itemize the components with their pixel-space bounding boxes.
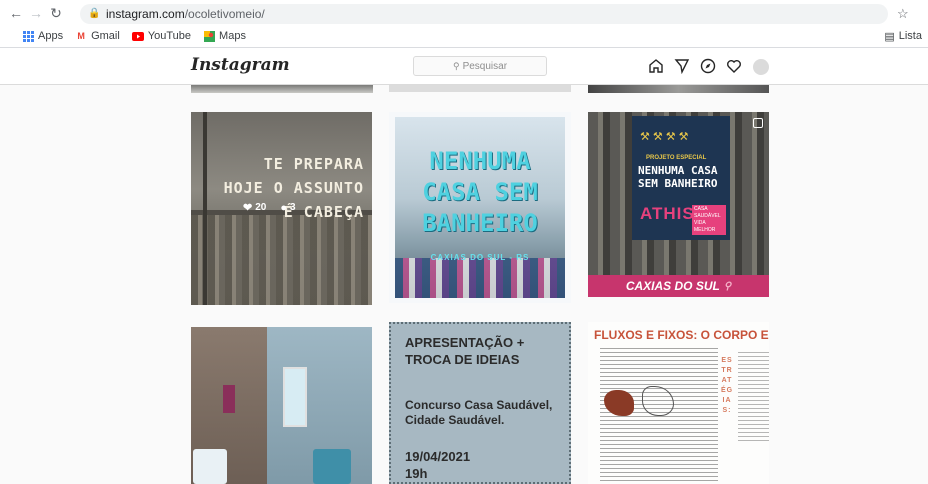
bookmark-label: YouTube [147,30,192,42]
post-side-text [738,352,769,442]
youtube-icon [131,30,144,42]
post-image-town [191,215,372,305]
heart-icon: ❤ [243,202,253,214]
comment-bubble-icon: ● [280,201,287,214]
likes-stat: ❤ 20 [243,201,266,214]
address-bar[interactable]: 🔒 instagram.com/ocoletivomeio/ [80,4,888,24]
post-tile-fluxos[interactable]: FLUXOS E FIXOS: O CORPO E A C ESTRATÉGIA… [588,322,769,484]
browser-chrome: ← → ↻ 🔒 instagram.com/ocoletivomeio/ ☆ A… [0,0,928,48]
bookmark-gmail[interactable]: M Gmail [75,30,120,42]
reading-list-icon: ▤ [884,30,895,43]
post-image-window [283,367,307,427]
bookmark-label: Gmail [91,30,120,42]
post-tile-te-prepara[interactable]: TE PREPARA HOJE O ASSUNTO É CABEÇA ❤ 20 … [191,112,372,305]
post-body: Concurso Casa Saudável, Cidade Saudável. [405,398,553,427]
post-tag: PROJETO ESPECIAL [646,155,707,161]
lock-icon: 🔒 [88,8,101,19]
instagram-logo[interactable]: Instagram [191,55,290,75]
location-pin-icon: ⚲ [723,280,732,292]
post-image-clothes [395,258,565,298]
back-arrow-icon[interactable]: ← [6,3,26,23]
post-tile[interactable] [588,85,769,93]
bookmark-maps[interactable]: Maps [203,30,246,42]
post-tile-nenhuma-casa[interactable]: NENHUMA CASA SEM BANHEIRO CAXIAS DO SUL … [389,112,571,303]
search-icon: ⚲ [452,60,460,71]
post-footer: CAXIAS DO SUL ⚲ [588,275,769,297]
post-body-text [600,348,718,484]
search-input[interactable]: ⚲ Pesquisar [413,56,547,76]
post-image-clothing [223,385,235,413]
avatar [753,59,769,75]
post-headline: NENHUMA CASA SEM BANHEIRO [638,164,718,190]
post-image-pole [203,112,207,305]
post-text-line: TE PREPARA [263,155,364,173]
post-image-basin [313,449,351,484]
tools-icons: ⚒⚒⚒⚒ [640,131,692,143]
profile-avatar-icon[interactable] [749,56,771,76]
url-path: /ocoletivomeio/ [184,7,265,21]
search-placeholder: Pesquisar [462,60,508,72]
post-date: 19/04/2021 19h [405,448,565,482]
post-tile[interactable] [191,85,373,93]
explore-icon[interactable] [697,56,719,76]
gmail-icon: M [77,31,85,41]
instagram-header: Instagram ⚲ Pesquisar [0,48,928,85]
post-title: APRESENTAÇÃO + TROCA DE IDEIAS [405,335,525,367]
reload-icon[interactable]: ↻ [46,3,66,23]
direct-icon[interactable] [671,56,693,76]
reading-list[interactable]: ▤ Lista [884,26,922,46]
maps-icon [203,30,215,42]
bookmark-star-icon[interactable]: ☆ [897,6,909,22]
post-panel: ⚒⚒⚒⚒ PROJETO ESPECIAL NENHUMA CASA SEM B… [632,116,730,240]
post-footer-text: CAXIAS DO SUL [625,279,720,293]
post-text-line: NENHUMA [429,147,531,175]
post-text: NENHUMA CASA SEM BANHEIRO [389,146,571,239]
comments-stat: ● 3 [280,201,295,214]
post-time-text: 19h [405,466,428,481]
post-vertical-label: ESTRATÉGIAS: [720,357,734,414]
post-tile[interactable] [389,85,571,92]
post-subtitle: CAXIAS DO SUL - RS [430,253,530,262]
url-domain: instagram.com [106,7,185,21]
post-tile-athis[interactable]: ⚒⚒⚒⚒ PROJETO ESPECIAL NENHUMA CASA SEM B… [588,112,769,297]
post-tile-apresentacao[interactable]: APRESENTAÇÃO + TROCA DE IDEIAS Concurso … [389,322,571,484]
post-image-basin [193,449,227,484]
bookmark-label: Maps [219,30,246,42]
post-brand: ATHIS [640,204,695,223]
likes-count: 20 [255,202,267,213]
carousel-icon [753,118,763,128]
instagram-nav [645,56,775,76]
bookmark-youtube[interactable]: YouTube [131,30,192,42]
post-date-text: 19/04/2021 [405,449,471,464]
bookmark-label: Apps [38,30,64,42]
forward-arrow-icon[interactable]: → [26,3,46,23]
post-text-line: CASA SEM [422,178,538,206]
activity-heart-icon[interactable] [723,56,745,76]
post-text-line: BANHEIRO [422,209,538,237]
bookmarks-bar: Apps M Gmail YouTube Maps [0,26,928,46]
apps-grid-icon [22,30,34,42]
post-brand-sub: CASA SAUDÁVEL VIDA MELHOR [692,205,726,235]
home-icon[interactable] [645,56,667,76]
post-text-line: HOJE O ASSUNTO [223,179,364,197]
bookmark-apps[interactable]: Apps [22,30,63,42]
reading-list-label: Lista [898,30,922,42]
post-title: FLUXOS E FIXOS: O CORPO E A C [594,328,769,342]
comments-count: 3 [290,202,296,213]
post-tile-bathroom[interactable] [191,327,372,484]
post-hover-stats: ❤ 20 ● 3 [243,201,310,215]
